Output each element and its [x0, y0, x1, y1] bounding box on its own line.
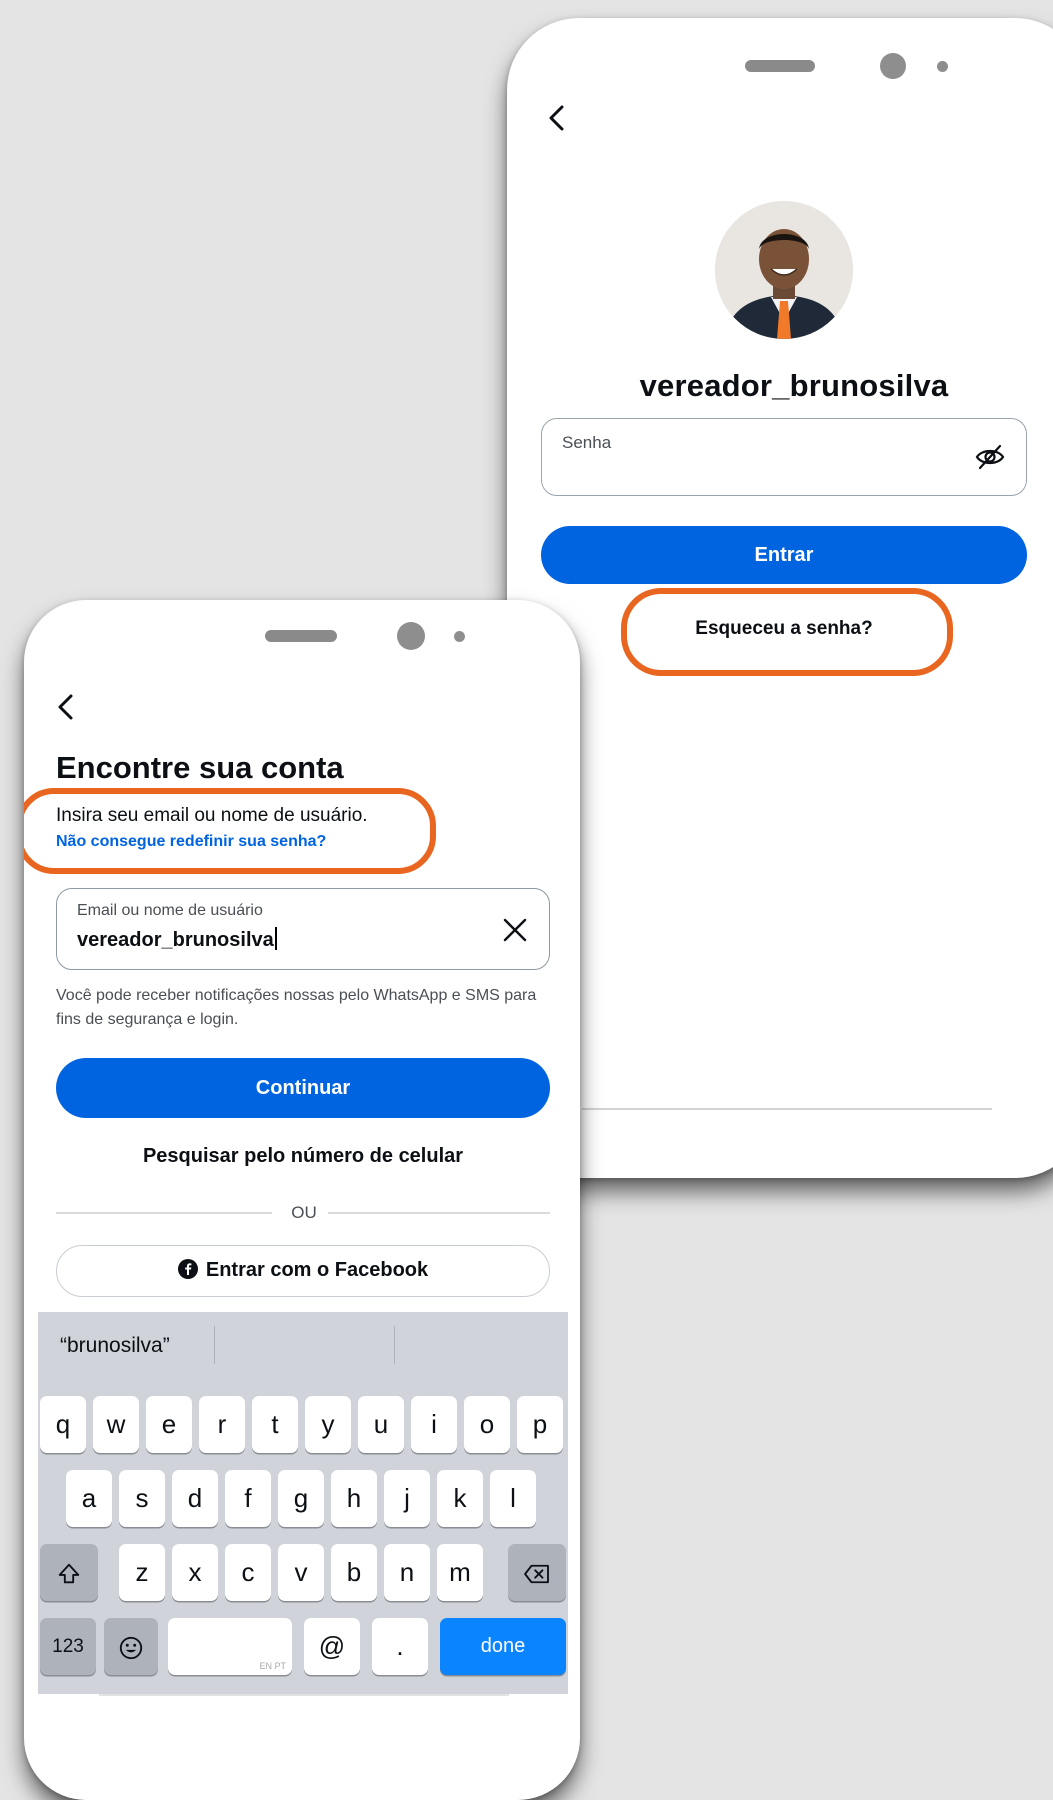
home-indicator	[582, 1108, 992, 1110]
close-icon[interactable]	[501, 916, 529, 944]
key-j[interactable]: j	[384, 1470, 430, 1527]
password-field[interactable]: Senha	[541, 418, 1027, 496]
space-language-hint: EN PT	[259, 1661, 286, 1671]
backspace-key[interactable]	[508, 1544, 566, 1601]
find-account-screen-phone: Encontre sua conta Insira seu email ou n…	[24, 600, 580, 1800]
divider-or: OU	[291, 1203, 317, 1222]
key-o[interactable]: o	[464, 1396, 510, 1453]
email-username-value[interactable]: vereador_brunosilva	[77, 927, 277, 952]
key-m[interactable]: m	[437, 1544, 483, 1601]
search-by-phone-link[interactable]: Pesquisar pelo número de celular	[56, 1145, 550, 1168]
notice-text: Você pode receber notificações nossas pe…	[56, 987, 537, 1028]
email-username-field[interactable]: Email ou nome de usuário vereador_brunos…	[56, 888, 550, 970]
divider-right	[328, 1212, 550, 1214]
forgot-password-highlight	[621, 588, 953, 676]
key-i[interactable]: i	[411, 1396, 457, 1453]
key-k[interactable]: k	[437, 1470, 483, 1527]
shift-key[interactable]	[40, 1544, 98, 1601]
key-h[interactable]: h	[331, 1470, 377, 1527]
camera-lens	[397, 622, 425, 650]
continue-button[interactable]: Continuar	[56, 1058, 550, 1118]
key-u[interactable]: u	[358, 1396, 404, 1453]
profile-avatar	[715, 201, 853, 339]
facebook-icon	[177, 1259, 198, 1279]
back-chevron-icon[interactable]	[47, 687, 87, 727]
key-d[interactable]: d	[172, 1470, 218, 1527]
key-g[interactable]: g	[278, 1470, 324, 1527]
home-indicator	[99, 1694, 509, 1696]
key-n[interactable]: n	[384, 1544, 430, 1601]
key-y[interactable]: y	[305, 1396, 351, 1453]
password-label: Senha	[562, 433, 612, 452]
key-b[interactable]: b	[331, 1544, 377, 1601]
page-title: Encontre sua conta	[56, 750, 344, 785]
sensor-dot	[454, 631, 465, 642]
key-z[interactable]: z	[119, 1544, 165, 1601]
speaker-grille	[265, 630, 337, 642]
suggestion-separator	[214, 1326, 215, 1364]
at-key[interactable]: @	[304, 1618, 360, 1675]
camera-lens	[880, 53, 906, 79]
username-title: vereador_brunosilva	[639, 368, 949, 403]
speaker-grille	[745, 60, 815, 72]
login-screen-phone: vereador_brunosilva Senha Entrar Esquece…	[507, 18, 1053, 1178]
facebook-login-button[interactable]: Entrar com o Facebook	[56, 1245, 550, 1297]
key-l[interactable]: l	[490, 1470, 536, 1527]
instructions-highlight	[24, 788, 436, 874]
login-button[interactable]: Entrar	[541, 526, 1027, 584]
key-f[interactable]: f	[225, 1470, 271, 1527]
eye-off-icon[interactable]	[974, 441, 1006, 473]
key-c[interactable]: c	[225, 1544, 271, 1601]
on-screen-keyboard: “brunosilva” q w e r t y u i o p a s d f…	[38, 1312, 568, 1694]
sensor-dot	[937, 61, 948, 72]
numbers-key[interactable]: 123	[40, 1618, 96, 1675]
backspace-icon	[523, 1557, 551, 1587]
key-q[interactable]: q	[40, 1396, 86, 1453]
suggestion-separator	[394, 1326, 395, 1364]
shift-icon	[56, 1557, 82, 1587]
back-chevron-icon[interactable]	[538, 98, 578, 138]
key-t[interactable]: t	[252, 1396, 298, 1453]
email-username-label: Email ou nome de usuário	[77, 902, 263, 919]
key-p[interactable]: p	[517, 1396, 563, 1453]
suggestion-bar: “brunosilva”	[38, 1312, 568, 1378]
space-key[interactable]: EN PT	[168, 1618, 292, 1675]
key-s[interactable]: s	[119, 1470, 165, 1527]
dot-key[interactable]: .	[372, 1618, 428, 1675]
key-e[interactable]: e	[146, 1396, 192, 1453]
keyboard-suggestion[interactable]: “brunosilva”	[60, 1334, 170, 1358]
key-x[interactable]: x	[172, 1544, 218, 1601]
facebook-login-label: Entrar com o Facebook	[205, 1259, 429, 1281]
emoji-icon	[118, 1631, 144, 1661]
emoji-key[interactable]	[104, 1618, 158, 1675]
key-a[interactable]: a	[66, 1470, 112, 1527]
divider-left	[56, 1212, 272, 1214]
key-r[interactable]: r	[199, 1396, 245, 1453]
key-w[interactable]: w	[93, 1396, 139, 1453]
done-key[interactable]: done	[440, 1618, 566, 1675]
key-v[interactable]: v	[278, 1544, 324, 1601]
